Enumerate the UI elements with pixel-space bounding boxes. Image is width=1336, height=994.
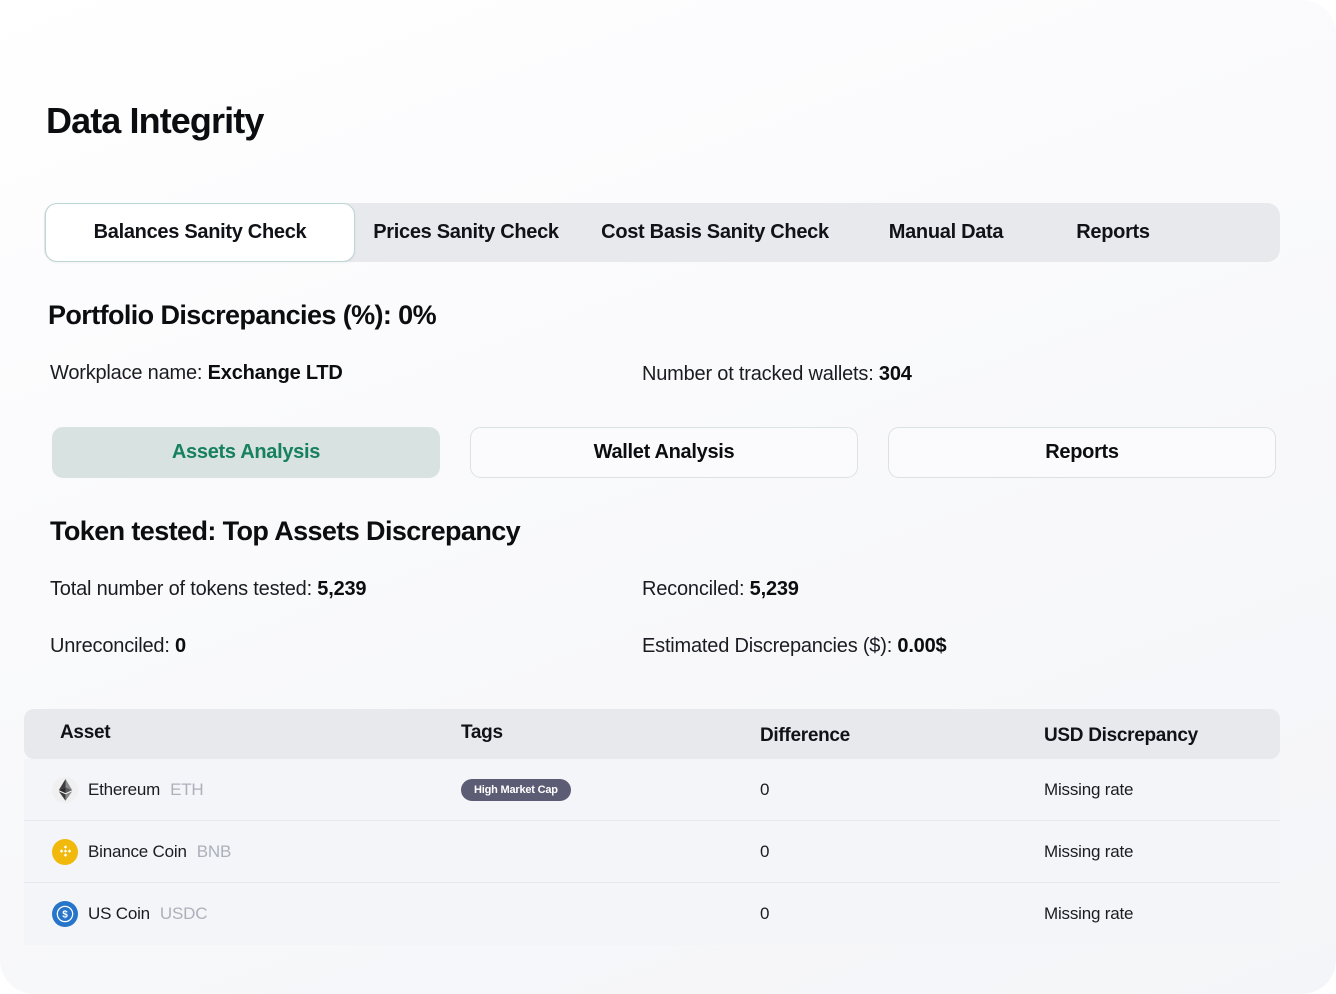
tab-cost-basis-sanity-check[interactable]: Cost Basis Sanity Check — [577, 203, 853, 262]
assets-analysis-button[interactable]: Assets Analysis — [52, 427, 440, 478]
column-header-tags[interactable]: Tags — [461, 722, 503, 744]
asset-symbol: USDC — [159, 904, 208, 923]
difference-cell: 0 — [760, 904, 770, 923]
estimated-discrepancies-value: 0.00$ — [897, 635, 947, 657]
wallet-analysis-button[interactable]: Wallet Analysis — [470, 427, 858, 478]
reports-button[interactable]: Reports — [888, 427, 1276, 478]
portfolio-discrepancies-heading: Portfolio Discrepancies (%): 0% — [48, 300, 437, 330]
reconciled-stat: Reconciled: 5,239 — [642, 578, 799, 601]
usd-discrepancy-cell: Missing rate — [1044, 841, 1134, 861]
table-row[interactable]: Ethereum ETH High Market Cap 0 Missing r… — [24, 759, 1280, 821]
total-tokens-tested-value: 5,239 — [317, 578, 367, 600]
asset-cell: Ethereum ETH — [52, 759, 204, 820]
unreconciled-label: Unreconciled: — [50, 635, 170, 657]
column-header-difference[interactable]: Difference — [760, 725, 850, 747]
difference-cell: 0 — [760, 841, 770, 861]
ethereum-icon — [52, 776, 78, 803]
tab-prices-sanity-check[interactable]: Prices Sanity Check — [355, 203, 577, 262]
tags-cell: High Market Cap — [461, 759, 571, 820]
table-row[interactable]: $ US Coin USDC 0 Missing rate — [24, 883, 1280, 945]
tab-manual-data[interactable]: Manual Data — [853, 203, 1039, 262]
usd-discrepancy-cell: Missing rate — [1044, 779, 1134, 799]
unreconciled-value: 0 — [175, 635, 186, 657]
asset-cell: Binance Coin BNB — [52, 821, 231, 882]
table-row[interactable]: Binance Coin BNB 0 Missing rate — [24, 821, 1280, 883]
asset-name: Ethereum — [88, 779, 161, 799]
app-card: Data Integrity Balances Sanity Check Pri… — [0, 0, 1336, 994]
reconciled-value: 5,239 — [749, 578, 799, 600]
tab-reports[interactable]: Reports — [1039, 203, 1187, 262]
asset-symbol: BNB — [196, 841, 232, 861]
asset-symbol: ETH — [170, 779, 204, 799]
asset-name: Binance Coin — [88, 841, 187, 861]
column-header-asset[interactable]: Asset — [60, 722, 111, 744]
tracked-wallets-stat: Number ot tracked wallets: 304 — [642, 363, 912, 386]
workplace-name-label: Workplace name: — [50, 362, 203, 384]
asset-discrepancy-table: Asset Tags Difference USD Discrepancy Et… — [24, 709, 1280, 945]
workplace-name-stat: Workplace name: Exchange LTD — [50, 362, 343, 385]
tab-balances-sanity-check[interactable]: Balances Sanity Check — [45, 203, 355, 262]
binance-coin-icon — [52, 838, 78, 865]
unreconciled-stat: Unreconciled: 0 — [50, 635, 186, 658]
tab-bar: Balances Sanity Check Prices Sanity Chec… — [44, 203, 1280, 262]
table-header-row: Asset Tags Difference USD Discrepancy — [24, 709, 1280, 759]
estimated-discrepancies-stat: Estimated Discrepancies ($): 0.00$ — [642, 635, 947, 658]
total-tokens-tested-stat: Total number of tokens tested: 5,239 — [50, 578, 367, 601]
asset-name: US Coin — [88, 904, 150, 923]
difference-cell: 0 — [760, 779, 770, 799]
workplace-name-value: Exchange LTD — [207, 362, 343, 384]
asset-cell: $ US Coin USDC — [52, 883, 207, 945]
reconciled-label: Reconciled: — [642, 578, 745, 600]
svg-text:$: $ — [62, 910, 68, 921]
usd-discrepancy-cell: Missing rate — [1044, 904, 1134, 923]
estimated-discrepancies-label: Estimated Discrepancies ($): — [642, 635, 893, 657]
column-header-usd-discrepancy[interactable]: USD Discrepancy — [1044, 725, 1198, 747]
total-tokens-tested-label: Total number of tokens tested: — [50, 578, 312, 600]
token-tested-heading: Token tested: Top Assets Discrepancy — [50, 516, 521, 546]
status-badge[interactable]: High Market Cap — [461, 778, 571, 801]
tracked-wallets-label: Number ot tracked wallets: — [642, 363, 874, 385]
tracked-wallets-value: 304 — [878, 363, 912, 385]
page-title: Data Integrity — [46, 100, 264, 141]
usd-coin-icon: $ — [52, 901, 78, 927]
